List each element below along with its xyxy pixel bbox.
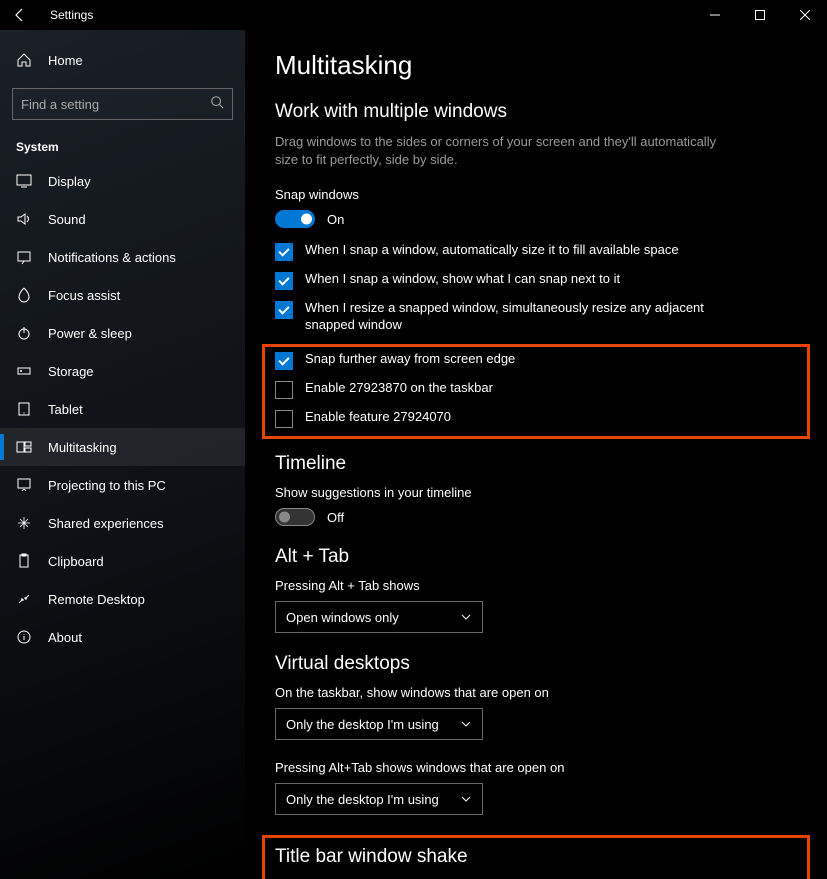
sidebar-item-storage[interactable]: Storage [0, 352, 245, 390]
sound-icon [16, 211, 32, 227]
sidebar-item-label: Sound [48, 212, 86, 227]
sidebar-item-label: Clipboard [48, 554, 104, 569]
check-snap-further-label: Snap further away from screen edge [305, 351, 515, 368]
section-work-title: Work with multiple windows [275, 101, 797, 123]
projecting-icon [16, 477, 32, 493]
timeline-toggle[interactable] [275, 508, 315, 526]
sidebar-item-label: Shared experiences [48, 516, 164, 531]
vd-value-2: Only the desktop I'm using [286, 792, 439, 807]
vd-dropdown-1[interactable]: Only the desktop I'm using [275, 708, 483, 740]
titlebar: Settings [0, 0, 827, 30]
sidebar-item-power-sleep[interactable]: Power & sleep [0, 314, 245, 352]
sidebar-home[interactable]: Home [0, 40, 245, 80]
close-button[interactable] [782, 0, 827, 30]
power-icon [16, 325, 32, 341]
timeline-label: Show suggestions in your timeline [275, 485, 797, 500]
check-snap-resize-label: When I resize a snapped window, simultan… [305, 300, 725, 334]
sidebar-item-notifications[interactable]: Notifications & actions [0, 238, 245, 276]
sidebar-item-remote-desktop[interactable]: Remote Desktop [0, 580, 245, 618]
home-icon [16, 52, 32, 68]
check-snap-suggest[interactable] [275, 272, 293, 290]
sidebar-item-label: Notifications & actions [48, 250, 176, 265]
sidebar-item-display[interactable]: Display [0, 162, 245, 200]
sidebar-item-label: Power & sleep [48, 326, 132, 341]
sidebar-item-clipboard[interactable]: Clipboard [0, 542, 245, 580]
content-area: Multitasking Work with multiple windows … [245, 30, 827, 879]
sidebar-item-label: Remote Desktop [48, 592, 145, 607]
sidebar-item-about[interactable]: About [0, 618, 245, 656]
chevron-down-icon [460, 718, 472, 730]
sidebar-item-label: Storage [48, 364, 94, 379]
vd-label-1: On the taskbar, show windows that are op… [275, 685, 797, 700]
snap-windows-toggle[interactable] [275, 210, 315, 228]
sidebar-item-label: Multitasking [48, 440, 117, 455]
multitasking-icon [16, 439, 32, 455]
notifications-icon [16, 249, 32, 265]
maximize-button[interactable] [737, 0, 782, 30]
storage-icon [16, 363, 32, 379]
vd-label-2: Pressing Alt+Tab shows windows that are … [275, 760, 797, 775]
sidebar-item-label: Tablet [48, 402, 83, 417]
check-snap-resize[interactable] [275, 301, 293, 319]
alttab-value: Open windows only [286, 610, 399, 625]
highlight-box-1: Snap further away from screen edge Enabl… [262, 344, 810, 439]
focus-assist-icon [16, 287, 32, 303]
check-enable-27923870[interactable] [275, 381, 293, 399]
sidebar-home-label: Home [48, 53, 83, 68]
vd-dropdown-2[interactable]: Only the desktop I'm using [275, 783, 483, 815]
shared-icon [16, 515, 32, 531]
alttab-label: Pressing Alt + Tab shows [275, 578, 797, 593]
sidebar-item-label: Focus assist [48, 288, 120, 303]
window-title: Settings [40, 8, 93, 22]
section-shake-title: Title bar window shake [275, 846, 797, 868]
sidebar: Home System Display Sound Notifications … [0, 30, 245, 879]
check-enable-27924070-label: Enable feature 27924070 [305, 409, 451, 426]
highlight-box-2: Title bar window shake When I grab a win… [262, 835, 810, 879]
check-snap-suggest-label: When I snap a window, show what I can sn… [305, 271, 620, 288]
page-title: Multitasking [275, 50, 797, 81]
section-timeline-title: Timeline [275, 453, 797, 475]
timeline-state: Off [327, 510, 344, 525]
chevron-down-icon [460, 611, 472, 623]
search-icon [210, 95, 224, 114]
check-snap-further[interactable] [275, 352, 293, 370]
sidebar-item-tablet[interactable]: Tablet [0, 390, 245, 428]
check-enable-27923870-label: Enable 27923870 on the taskbar [305, 380, 493, 397]
sidebar-item-shared-experiences[interactable]: Shared experiences [0, 504, 245, 542]
clipboard-icon [16, 553, 32, 569]
display-icon [16, 173, 32, 189]
sidebar-item-focus-assist[interactable]: Focus assist [0, 276, 245, 314]
check-snap-fill[interactable] [275, 243, 293, 261]
sidebar-item-sound[interactable]: Sound [0, 200, 245, 238]
minimize-button[interactable] [692, 0, 737, 30]
chevron-down-icon [460, 793, 472, 805]
back-button[interactable] [0, 0, 40, 30]
sidebar-item-multitasking[interactable]: Multitasking [0, 428, 245, 466]
remote-desktop-icon [16, 591, 32, 607]
section-vd-title: Virtual desktops [275, 653, 797, 675]
work-description: Drag windows to the sides or corners of … [275, 133, 725, 169]
sidebar-item-label: About [48, 630, 82, 645]
about-icon [16, 629, 32, 645]
search-box[interactable] [12, 88, 233, 120]
sidebar-item-label: Display [48, 174, 91, 189]
sidebar-category: System [0, 128, 245, 162]
check-enable-27924070[interactable] [275, 410, 293, 428]
vd-value-1: Only the desktop I'm using [286, 717, 439, 732]
sidebar-item-label: Projecting to this PC [48, 478, 166, 493]
alttab-dropdown[interactable]: Open windows only [275, 601, 483, 633]
snap-windows-state: On [327, 212, 344, 227]
sidebar-item-projecting[interactable]: Projecting to this PC [0, 466, 245, 504]
check-snap-fill-label: When I snap a window, automatically size… [305, 242, 679, 259]
tablet-icon [16, 401, 32, 417]
section-alttab-title: Alt + Tab [275, 546, 797, 568]
search-input[interactable] [21, 97, 210, 112]
snap-windows-label: Snap windows [275, 187, 797, 202]
